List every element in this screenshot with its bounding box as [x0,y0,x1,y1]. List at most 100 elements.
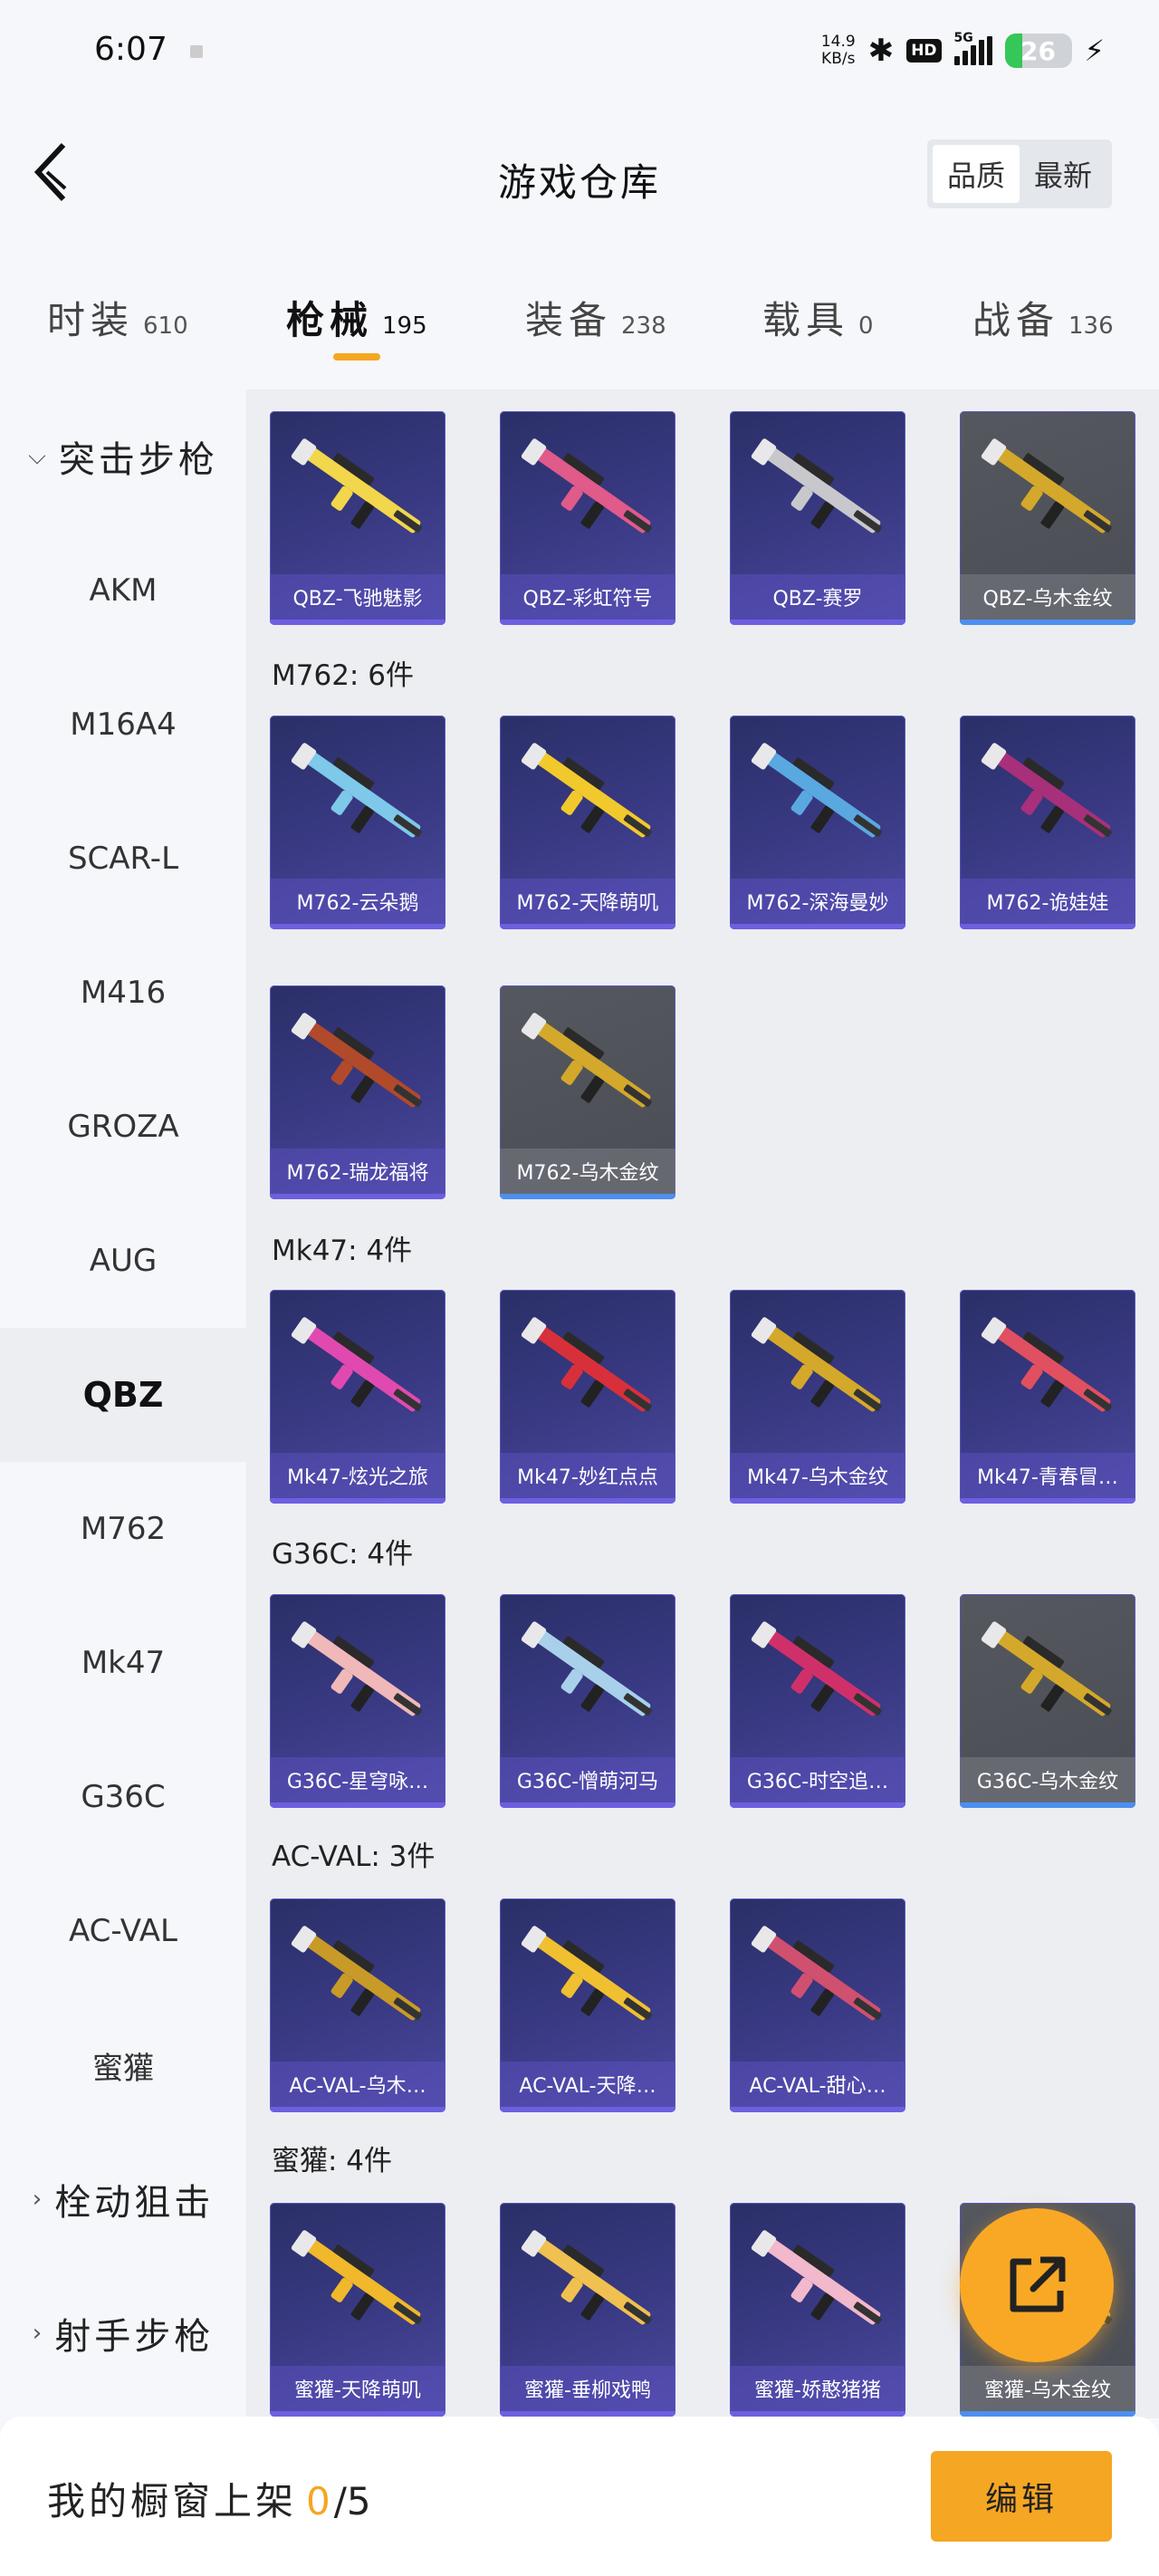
weapon-card[interactable]: QBZ-彩虹符号 [500,411,675,625]
weapon-card-label: M762-天降萌叽 [500,879,675,924]
mk47-row: Mk47-炫光之旅 Mk47-妙红点点 Mk47-乌木金纹 Mk47-青春冒… [270,1290,1139,1505]
weapon-card[interactable]: M762-天降萌叽 [500,716,675,929]
sidebar-item-akm[interactable]: AKM [0,524,246,658]
sidebar-item-qbz[interactable]: QBZ [0,1328,246,1462]
weapon-skin-image [521,1013,652,1108]
sidebar-item-groza[interactable]: GROZA [0,1060,246,1194]
weapon-card[interactable]: G36C-乌木金纹 [960,1594,1135,1808]
tab-outfits[interactable]: 时装 610 [47,290,188,345]
weapon-skin-image [981,743,1112,838]
weapon-card[interactable]: M762-乌木金纹 [500,985,675,1199]
share-button[interactable] [960,2208,1114,2362]
weapon-skin-image [291,1013,422,1108]
sort-toggle: 品质 最新 [926,139,1112,208]
weapon-card-label: Mk47-妙红点点 [500,1453,675,1498]
battery-icon: 26 [1004,34,1072,68]
weapon-card-label: QBZ-赛罗 [730,574,905,620]
weapon-skin-image [291,743,422,838]
status-time: 6:07 [94,31,168,68]
weapon-card[interactable]: Mk47-乌木金纹 [730,1290,905,1504]
weapon-card[interactable]: Mk47-青春冒… [960,1290,1135,1504]
weapon-skin-image [751,1926,882,2021]
weapon-card[interactable]: M762-云朵鹅 [270,716,445,929]
sidebar-item-m16a4[interactable]: M16A4 [0,658,246,792]
m762-row-2: M762-瑞龙福将 M762-乌木金纹 [270,985,1139,1201]
section-title-ac-val: AC-VAL: 3件 [272,1841,436,1873]
weapon-card[interactable]: AC-VAL-乌木… [270,1898,445,2112]
charging-icon: ⚡ [1084,34,1105,68]
tab-weapons[interactable]: 枪械 195 [286,290,427,345]
weapon-skin-image [521,438,652,533]
weapon-card-label: 蜜獾-垂柳戏鸭 [500,2366,675,2411]
weapon-skin-image [751,1621,882,1716]
weapon-card-label: M762-深海曼妙 [730,879,905,924]
weapon-card-label: G36C-时空追… [730,1757,905,1802]
weapon-card[interactable]: 蜜獾-垂柳戏鸭 [500,2203,675,2417]
weapon-skin-image [521,2230,652,2325]
weapon-card[interactable]: QBZ-乌木金纹 [960,411,1135,625]
header: 游戏仓库 品质 最新 [0,100,1159,254]
tab-active-indicator [333,353,380,360]
weapon-card[interactable]: AC-VAL-天降… [500,1898,675,2112]
sidebar-item-g36c[interactable]: G36C [0,1730,246,1864]
weapon-card-label: G36C-乌木金纹 [960,1757,1135,1802]
tab-equipment[interactable]: 装备 238 [525,290,666,345]
weapon-skin-image [291,1621,422,1716]
sidebar-group-marksman-rifles[interactable]: › 射手步枪 [0,2266,246,2400]
weapon-card-label: G36C-憎萌河马 [500,1757,675,1802]
weapon-card[interactable]: M762-深海曼妙 [730,716,905,929]
showcase-status: 我的橱窗上架 0 /5 [47,2479,371,2523]
weapon-card[interactable]: AC-VAL-甜心… [730,1898,905,2112]
weapon-card-label: G36C-星穹咏… [270,1757,445,1802]
g36c-row: G36C-星穹咏… G36C-憎萌河马 G36C-时空追… G36C-乌木金纹 [270,1594,1139,1810]
chevron-right-icon: › [32,2186,46,2213]
weapon-card-label: M762-诡娃娃 [960,879,1135,924]
sort-by-newest-button[interactable]: 最新 [1020,145,1106,203]
weapon-type-sidebar: ⌵ 突击步枪 AKM M16A4 SCAR-L M416 GROZA AUG Q… [0,389,246,2418]
weapon-skin-image [981,1317,1112,1412]
weapon-card-label: M762-瑞龙福将 [270,1149,445,1194]
sidebar-item-mk47[interactable]: Mk47 [0,1596,246,1730]
weapon-card[interactable]: M762-瑞龙福将 [270,985,445,1199]
chevron-down-icon: ⌵ [28,442,50,470]
notification-dot-icon [190,45,203,58]
weapon-card[interactable]: G36C-时空追… [730,1594,905,1808]
status-bar: 6:07 14.9 KB/s ✱ HD 5G 26 ⚡ [0,0,1159,100]
weapon-card-label: QBZ-飞驰魅影 [270,574,445,620]
share-icon [1010,2256,1066,2312]
weapon-card-label: QBZ-乌木金纹 [960,574,1135,620]
weapon-card[interactable]: 蜜獾-天降萌叽 [270,2203,445,2417]
weapon-card[interactable]: QBZ-赛罗 [730,411,905,625]
tab-vehicles[interactable]: 载具 0 [762,290,874,345]
weapon-card[interactable]: QBZ-飞驰魅影 [270,411,445,625]
edit-button[interactable]: 编辑 [931,2451,1112,2542]
m762-row-1: M762-云朵鹅 M762-天降萌叽 M762-深海曼妙 M762-诡娃娃 [270,716,1139,931]
category-tabs: 时装 610 枪械 195 装备 238 载具 0 战备 136 [0,263,1159,380]
weapon-skin-image [291,438,422,533]
weapon-card[interactable]: G36C-星穹咏… [270,1594,445,1808]
weapon-skin-image [981,1621,1112,1716]
sidebar-item-aug[interactable]: AUG [0,1194,246,1328]
sidebar-item-m416[interactable]: M416 [0,926,246,1060]
signal-icon: 5G [953,31,992,65]
sidebar-group-bolt-action-snipers[interactable]: › 栓动狙击 [0,2132,246,2266]
sidebar-group-assault-rifles[interactable]: ⌵ 突击步枪 [0,389,246,524]
weapon-card-label: QBZ-彩虹符号 [500,574,675,620]
hd-icon: HD [906,39,942,62]
chevron-right-icon: › [32,2320,46,2347]
weapon-skin-image [521,1317,652,1412]
sidebar-item-scar-l[interactable]: SCAR-L [0,792,246,926]
tab-combat-supplies[interactable]: 战备 136 [972,290,1114,345]
section-title-honey-badger: 蜜獾: 4件 [272,2145,393,2177]
sidebar-item-honey-badger[interactable]: 蜜獾 [0,1998,246,2132]
weapon-card[interactable]: G36C-憎萌河马 [500,1594,675,1808]
sort-by-quality-button[interactable]: 品质 [932,145,1020,203]
sidebar-item-ac-val[interactable]: AC-VAL [0,1864,246,1998]
weapon-card-label: Mk47-炫光之旅 [270,1453,445,1498]
weapon-card[interactable]: Mk47-妙红点点 [500,1290,675,1504]
sidebar-item-m762[interactable]: M762 [0,1462,246,1596]
weapon-card[interactable]: M762-诡娃娃 [960,716,1135,929]
weapon-card[interactable]: 蜜獾-娇憨猪猪 [730,2203,905,2417]
weapon-card[interactable]: Mk47-炫光之旅 [270,1290,445,1504]
weapon-skin-image [291,1317,422,1412]
